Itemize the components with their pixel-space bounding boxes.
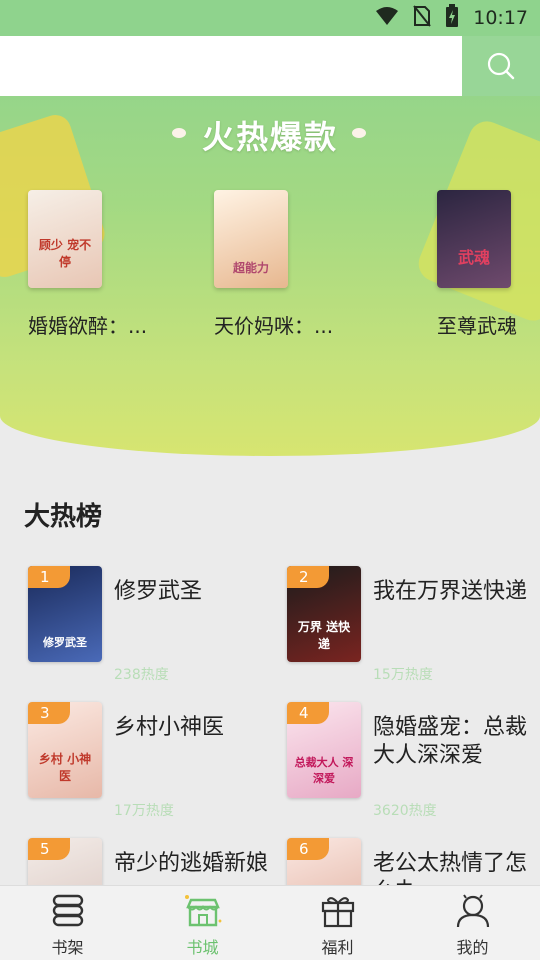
- cover-text: 超能力: [232, 261, 269, 275]
- rank-heat: 238热度: [114, 667, 169, 683]
- battery-icon: [445, 4, 459, 32]
- cover-text: 万界 送快递: [297, 620, 351, 651]
- book-cover[interactable]: 顾少 宠不停: [28, 190, 102, 288]
- hot-list-title: 大热榜: [24, 502, 103, 532]
- tab-profile[interactable]: 我的: [405, 886, 540, 960]
- cover-text: 修罗武圣: [43, 636, 87, 649]
- search-field[interactable]: [0, 36, 462, 96]
- decor-petal-right: [352, 128, 366, 138]
- wifi-icon: [375, 6, 399, 30]
- tab-store[interactable]: 书城: [135, 886, 270, 960]
- rank-item-1[interactable]: 修罗武圣 1 修罗武圣 238热度: [28, 566, 278, 683]
- rank-badge: 6: [287, 838, 329, 860]
- search-icon: [487, 52, 515, 80]
- rank-badge: 1: [28, 566, 70, 588]
- hot-book-name[interactable]: 天价妈咪：...: [214, 310, 334, 339]
- cover-text: 总裁大人 深深爱: [294, 756, 354, 785]
- rank-heat: 15万热度: [373, 667, 433, 683]
- no-sim-icon: [413, 5, 432, 31]
- rank-badge: 3: [28, 702, 70, 724]
- tab-welfare[interactable]: 福利: [270, 886, 405, 960]
- rank-item-4[interactable]: 总裁大人 深深爱 4 隐婚盛宠：总裁大人深深爱 3620热度: [287, 702, 537, 819]
- rank-title[interactable]: 帝少的逃婚新娘: [114, 850, 274, 878]
- rank-title[interactable]: 我在万界送快递: [373, 578, 533, 606]
- profile-icon: [456, 894, 489, 928]
- rank-heat: 17万热度: [114, 803, 174, 819]
- tab-label: 福利: [321, 938, 354, 957]
- hot-book-name[interactable]: 至尊武魂: [437, 310, 540, 339]
- status-time: 10:17: [473, 7, 528, 29]
- rank-title[interactable]: 乡村小神医: [114, 714, 274, 742]
- rank-badge: 4: [287, 702, 329, 724]
- rank-badge: 2: [287, 566, 329, 588]
- bookshelf-icon: [52, 894, 83, 927]
- rank-title[interactable]: 隐婚盛宠：总裁大人深深爱: [373, 714, 533, 770]
- rank-badge: 5: [28, 838, 70, 860]
- tab-label: 书城: [186, 938, 219, 957]
- gift-icon: [321, 897, 354, 928]
- status-bar: 10:17: [0, 0, 540, 36]
- tab-bookshelf[interactable]: 书架: [0, 886, 135, 960]
- hot-book-name[interactable]: 婚婚欲醉：...: [28, 310, 148, 339]
- book-cover[interactable]: 超能力: [214, 190, 288, 288]
- rank-heat: 3620热度: [373, 803, 437, 819]
- search-button[interactable]: [462, 36, 540, 96]
- store-icon: [184, 895, 222, 927]
- hot-book-1[interactable]: 顾少 宠不停 婚婚欲醉：...: [28, 190, 148, 339]
- tab-label: 书架: [51, 938, 84, 957]
- bottom-tab-bar: 书架 书城 福利 我的: [0, 885, 540, 960]
- rank-item-3[interactable]: 乡村 小神医 3 乡村小神医 17万热度: [28, 702, 278, 819]
- cover-text: 顾少 宠不停: [38, 238, 92, 269]
- book-cover[interactable]: 武魂: [437, 190, 511, 288]
- rank-title[interactable]: 修罗武圣: [114, 578, 274, 606]
- cover-text: 武魂: [457, 248, 490, 267]
- tab-label: 我的: [456, 938, 489, 957]
- cover-text: 乡村 小神医: [38, 752, 92, 783]
- hot-section-title: 火热爆款: [201, 118, 338, 156]
- rank-item-2[interactable]: 万界 送快递 2 我在万界送快递 15万热度: [287, 566, 537, 683]
- hot-book-2[interactable]: 超能力 天价妈咪：...: [214, 190, 334, 339]
- search-input[interactable]: [0, 36, 462, 96]
- hot-book-3[interactable]: 武魂 至尊武魂: [437, 190, 540, 339]
